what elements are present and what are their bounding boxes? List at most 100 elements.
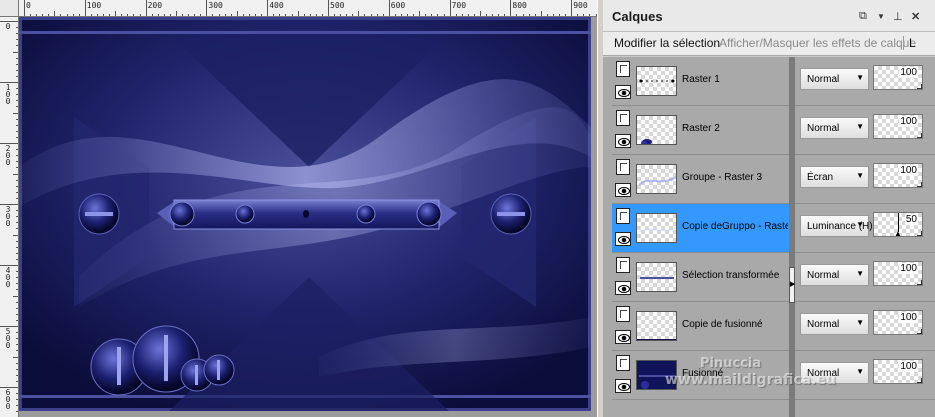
layer-row[interactable]: Groupe - Raster 3	[612, 155, 789, 204]
opacity-value: 100	[899, 312, 918, 323]
layer-visibility-column	[615, 355, 632, 395]
eye-icon[interactable]	[615, 281, 631, 295]
toggle-layer-effects-button[interactable]: Afficher/Masquer les effets de calque	[719, 36, 916, 50]
resize-grip-icon	[917, 231, 922, 236]
menu-dropdown-icon[interactable]: ▼	[877, 12, 885, 21]
layer-name: Sélection transformée	[682, 270, 780, 281]
ruler-label: 300	[208, 1, 223, 10]
layer-visibility-column	[615, 306, 632, 346]
ruler-label: 600	[5, 388, 11, 411]
resize-grip-icon	[917, 84, 922, 89]
chevron-down-icon: ▼	[856, 367, 864, 376]
layer-properties-row: Normal ▼ 100	[795, 253, 935, 302]
ruler-label: 600	[390, 1, 406, 10]
layer-row[interactable]: Copie deGruppo - Raster 3	[612, 204, 789, 253]
ruler-tick	[84, 0, 86, 16]
eye-icon[interactable]	[615, 183, 631, 197]
opacity-slider[interactable]: 100	[873, 114, 923, 139]
layer-thumbnail	[636, 66, 677, 96]
palette-header: Calques ⧉ ▼ ⊥ ✕	[603, 0, 935, 32]
watermark-line-1: Pinuccia	[700, 356, 762, 371]
layer-visibility-column	[615, 61, 632, 101]
blend-mode-dropdown[interactable]: Normal ▼	[800, 264, 869, 286]
opacity-value: 100	[899, 165, 918, 176]
palette-toolbar: Modifier la sélection Afficher/Masquer l…	[603, 32, 935, 56]
blend-mode-label: Écran	[807, 172, 834, 183]
layer-link-icon[interactable]	[616, 355, 630, 371]
eye-icon[interactable]	[615, 379, 631, 393]
pin-icon[interactable]: ⊥	[893, 10, 903, 23]
ruler-label: 200	[147, 1, 163, 10]
opacity-pointer-icon: ▲	[894, 229, 902, 238]
toolbar-overflow-item[interactable]: L	[909, 36, 916, 50]
opacity-slider[interactable]: 100	[873, 65, 923, 90]
layer-row[interactable]: Raster 1	[612, 57, 789, 106]
layer-link-icon[interactable]	[616, 159, 630, 175]
ruler-label: 300	[5, 205, 11, 228]
layer-visibility-column	[615, 110, 632, 150]
layer-properties-row: Normal ▼ 100	[795, 57, 935, 106]
resize-grip-icon	[917, 378, 922, 383]
ruler-label: 100	[86, 1, 102, 10]
modify-selection-button[interactable]: Modifier la sélection	[614, 36, 720, 50]
layers-palette: Calques ⧉ ▼ ⊥ ✕ Modifier la sélection Af…	[603, 0, 935, 417]
opacity-slider[interactable]: ▲ 50	[873, 212, 923, 238]
opacity-slider[interactable]: 100	[873, 261, 923, 286]
layer-row[interactable]: Raster 2	[612, 106, 789, 155]
layer-thumbnail	[636, 311, 677, 341]
layer-visibility-column	[615, 208, 632, 248]
layer-visibility-column	[615, 159, 632, 199]
layer-link-icon[interactable]	[616, 257, 630, 273]
watermark-line-2: www.maildigrafica.eu	[665, 372, 836, 388]
ruler-label: 800	[512, 1, 527, 10]
layer-row[interactable]: Copie de fusionné	[612, 302, 789, 351]
opacity-value: 50	[904, 214, 918, 225]
layer-properties-row: Normal ▼ 100	[795, 106, 935, 155]
eye-icon[interactable]	[615, 85, 631, 99]
eye-icon[interactable]	[615, 134, 631, 148]
ruler-label: 500	[5, 327, 11, 350]
horizontal-ruler: 0 100 200 300 400 500 600 700 800 900	[19, 0, 597, 17]
layer-link-icon[interactable]	[616, 306, 630, 322]
ruler-tick	[328, 0, 329, 16]
canvas-image[interactable]	[19, 17, 591, 411]
layer-thumbnail	[636, 164, 677, 194]
chevron-down-icon: ▼	[856, 220, 864, 229]
layer-link-icon[interactable]	[616, 208, 630, 224]
restore-icon[interactable]: ⧉	[859, 10, 867, 23]
opacity-slider[interactable]: 100	[873, 310, 923, 335]
canvas-horizontal-scrollbar[interactable]	[19, 411, 597, 417]
opacity-value: 100	[899, 361, 918, 372]
layer-properties-row: Luminance (H) ▼ ▲ 50	[795, 204, 935, 253]
layer-properties-list: Normal ▼ 100 Normal ▼ 100 Écran ▼ 100 Luminance (…	[795, 57, 935, 417]
layer-link-icon[interactable]	[616, 61, 630, 77]
blend-mode-dropdown[interactable]: Normal ▼	[800, 68, 869, 90]
ruler-label: 500	[330, 1, 345, 10]
blend-mode-dropdown[interactable]: Écran ▼	[800, 166, 869, 188]
opacity-value: 100	[899, 263, 918, 274]
ruler-tick	[510, 0, 512, 16]
ruler-label: 400	[269, 1, 284, 10]
ruler-tick	[388, 0, 390, 16]
eye-icon[interactable]	[615, 330, 631, 344]
ruler-label: 400	[5, 266, 11, 289]
layer-thumbnail	[636, 213, 677, 243]
blend-mode-dropdown[interactable]: Luminance (H) ▼	[800, 215, 873, 237]
opacity-value: 100	[899, 67, 918, 78]
layer-name: Raster 2	[682, 123, 720, 134]
layers-body: Raster 1 Raster 2 Groupe - Raster 3 Copie d…	[603, 57, 935, 417]
close-icon[interactable]: ✕	[911, 10, 920, 23]
ruler-label: 200	[5, 144, 11, 167]
eye-icon[interactable]	[615, 232, 631, 246]
ruler-label: 0	[5, 22, 11, 31]
blend-mode-dropdown[interactable]: Normal ▼	[800, 117, 869, 139]
blend-mode-dropdown[interactable]: Normal ▼	[800, 313, 869, 335]
opacity-slider[interactable]: 100	[873, 163, 923, 188]
blend-mode-label: Normal	[807, 270, 840, 281]
resize-grip-icon	[917, 329, 922, 334]
layer-link-icon[interactable]	[616, 110, 630, 126]
vertical-ruler: 0 100 200 300 400 500 600	[0, 17, 19, 417]
layer-name: Raster 1	[682, 74, 720, 85]
layer-row[interactable]: Sélection transformée	[612, 253, 789, 302]
opacity-slider[interactable]: 100	[873, 359, 923, 384]
